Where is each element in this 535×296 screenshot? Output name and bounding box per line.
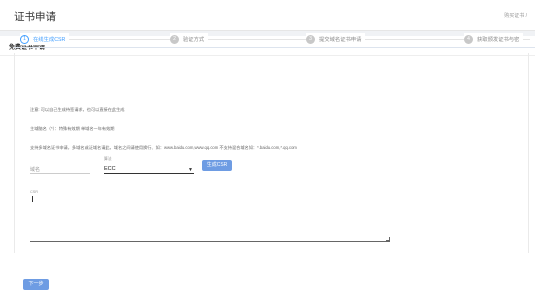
chevron-down-icon: ▼: [188, 167, 193, 173]
step-verify-method[interactable]: 2 验证方式: [170, 33, 209, 45]
csr-label: CSR: [30, 190, 39, 194]
right-border: [528, 53, 529, 253]
domain-placeholder: 域名: [30, 167, 41, 173]
note-line-2: 主域脑名（*）：特殊有效期 单域名一年有效期: [30, 126, 115, 131]
steps-underline: [14, 47, 535, 48]
text-cursor: [32, 196, 33, 202]
step-number-1: 1: [20, 34, 29, 44]
generate-csr-button[interactable]: 生成CSR: [202, 160, 232, 171]
page-title: 证书申请: [14, 11, 56, 23]
panel-divider: [0, 55, 535, 56]
step-label-1: 在线生成CSR: [33, 37, 66, 43]
note-line-3: 支持多域名证书申请，多域名或泛域名请此，域名之间请使用换行、如：www.baid…: [30, 145, 297, 150]
algorithm-select[interactable]: 算法 ECC ▼: [104, 157, 194, 174]
step-label-3: 提交域名证书申请: [319, 37, 362, 43]
left-border: [14, 53, 15, 253]
next-step-button[interactable]: 下一步: [23, 279, 49, 290]
steps-track: [20, 39, 530, 40]
algorithm-value: ECC: [104, 166, 116, 172]
csr-textarea[interactable]: CSR: [30, 190, 390, 242]
step-number-3: 3: [306, 34, 315, 44]
resize-grip-icon[interactable]: [386, 237, 390, 241]
algorithm-label: 算法: [104, 157, 112, 161]
domain-input[interactable]: 域名: [30, 164, 90, 174]
note-line-1: 注意: 可以自己生成待签请求，也可以直接在此生成: [30, 107, 125, 112]
breadcrumb[interactable]: 购买证书 /: [504, 12, 527, 19]
step-number-4: 4: [464, 34, 473, 44]
top-header: 证书申请 购买证书 /: [0, 0, 535, 31]
steps-bar: 1 在线生成CSR 2 验证方式 3 提交域名证书申请 4 获取颁发证书与密: [14, 33, 535, 48]
step-label-4: 获取颁发证书与密: [477, 37, 520, 43]
step-get-certificate[interactable]: 4 获取颁发证书与密: [464, 33, 524, 45]
step-submit-request[interactable]: 3 提交域名证书申请: [306, 33, 366, 45]
step-number-2: 2: [170, 34, 179, 44]
step-generate-csr[interactable]: 1 在线生成CSR: [20, 33, 70, 45]
step-label-2: 验证方式: [183, 37, 205, 43]
